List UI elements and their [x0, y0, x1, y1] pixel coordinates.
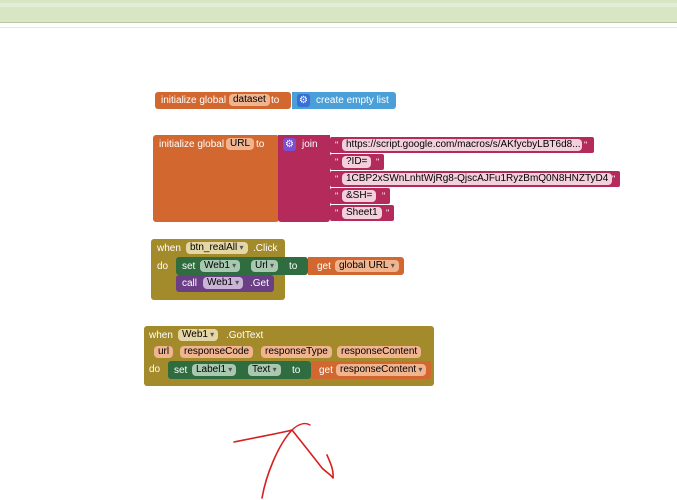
annotation-arrow-icon	[233, 422, 334, 499]
